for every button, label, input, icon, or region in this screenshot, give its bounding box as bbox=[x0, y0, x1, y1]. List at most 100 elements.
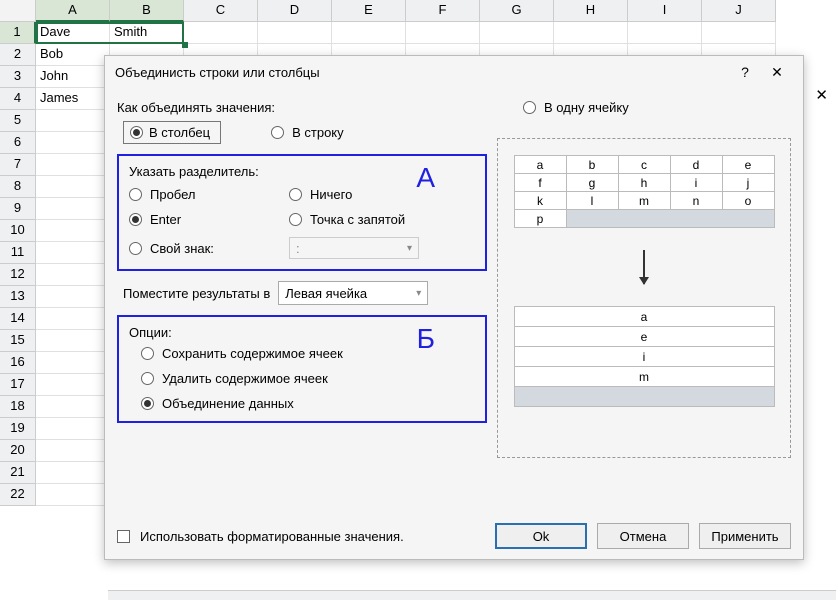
cell[interactable] bbox=[36, 330, 110, 352]
row-header[interactable]: 11 bbox=[0, 242, 36, 264]
fill-handle[interactable] bbox=[182, 42, 188, 48]
cell[interactable]: Dave bbox=[36, 22, 110, 44]
col-header-B[interactable]: B bbox=[110, 0, 184, 22]
separator-frame: А Указать разделитель: Пробел Ничего Ent… bbox=[117, 154, 487, 271]
row-header[interactable]: 19 bbox=[0, 418, 36, 440]
select-all-corner[interactable] bbox=[0, 0, 36, 22]
cell[interactable] bbox=[702, 22, 776, 44]
annotation-B: Б bbox=[417, 323, 435, 355]
row-header[interactable]: 15 bbox=[0, 330, 36, 352]
row-header[interactable]: 1 bbox=[0, 22, 36, 44]
cell[interactable] bbox=[36, 198, 110, 220]
scrollbar-area bbox=[0, 590, 836, 600]
chevron-down-icon: ▾ bbox=[407, 243, 412, 254]
radio-semicolon[interactable]: Точка с запятой bbox=[289, 212, 469, 227]
col-header-J[interactable]: J bbox=[702, 0, 776, 22]
cell[interactable] bbox=[36, 264, 110, 286]
cell[interactable] bbox=[554, 22, 628, 44]
annotation-A: А bbox=[416, 162, 435, 194]
row-header[interactable]: 20 bbox=[0, 440, 36, 462]
cell[interactable] bbox=[406, 22, 480, 44]
horizontal-scrollbar[interactable] bbox=[108, 590, 836, 600]
row-header[interactable]: 8 bbox=[0, 176, 36, 198]
cell[interactable] bbox=[36, 308, 110, 330]
cancel-button[interactable]: Отмена bbox=[597, 523, 689, 549]
cell[interactable] bbox=[258, 22, 332, 44]
cell[interactable] bbox=[36, 154, 110, 176]
col-header-F[interactable]: F bbox=[406, 0, 480, 22]
col-header-H[interactable]: H bbox=[554, 0, 628, 22]
row-header[interactable]: 14 bbox=[0, 308, 36, 330]
row-header[interactable]: 3 bbox=[0, 66, 36, 88]
col-header-C[interactable]: C bbox=[184, 0, 258, 22]
col-header-A[interactable]: A bbox=[36, 0, 110, 22]
col-header-D[interactable]: D bbox=[258, 0, 332, 22]
chevron-down-icon: ▾ bbox=[416, 288, 421, 299]
radio-into-row[interactable]: В строку bbox=[271, 125, 344, 140]
radio-enter[interactable]: Enter bbox=[129, 212, 289, 227]
row-header[interactable]: 6 bbox=[0, 132, 36, 154]
row-header[interactable]: 17 bbox=[0, 374, 36, 396]
cell[interactable] bbox=[36, 176, 110, 198]
cell[interactable]: Bob bbox=[36, 44, 110, 66]
place-label: Поместите результаты в bbox=[123, 286, 270, 301]
cell[interactable] bbox=[36, 286, 110, 308]
cell[interactable] bbox=[184, 22, 258, 44]
options-frame: Б Опции: Сохранить содержимое ячеек Удал… bbox=[117, 315, 487, 423]
radio-nothing[interactable]: Ничего bbox=[289, 187, 469, 202]
row-header[interactable]: 5 bbox=[0, 110, 36, 132]
preview-result-table: aeim bbox=[514, 306, 775, 407]
cell[interactable] bbox=[36, 220, 110, 242]
cell[interactable] bbox=[36, 484, 110, 506]
row-header[interactable]: 21 bbox=[0, 462, 36, 484]
custom-separator-input[interactable]: :▾ bbox=[289, 237, 419, 259]
formatted-values-checkbox[interactable] bbox=[117, 530, 130, 543]
ok-button[interactable]: Ok bbox=[495, 523, 587, 549]
preview-source-table: abcdefghijklmnop bbox=[514, 155, 775, 228]
cell[interactable]: Smith bbox=[110, 22, 184, 44]
apply-button[interactable]: Применить bbox=[699, 523, 791, 549]
preview-area: abcdefghijklmnop aeim bbox=[497, 138, 791, 458]
place-select[interactable]: Левая ячейка ▾ bbox=[278, 281, 428, 305]
how-label: Как объединять значения: bbox=[117, 100, 487, 115]
pane-close-icon[interactable]: ✕ bbox=[815, 86, 828, 104]
close-button[interactable]: ✕ bbox=[761, 58, 793, 86]
col-header-I[interactable]: I bbox=[628, 0, 702, 22]
row-header[interactable]: 18 bbox=[0, 396, 36, 418]
radio-custom[interactable]: Свой знак: bbox=[129, 241, 289, 256]
row-header[interactable]: 4 bbox=[0, 88, 36, 110]
row-header[interactable]: 9 bbox=[0, 198, 36, 220]
radio-into-cell[interactable]: В одну ячейку bbox=[523, 100, 629, 115]
cell[interactable] bbox=[480, 22, 554, 44]
cell[interactable] bbox=[36, 396, 110, 418]
row-header[interactable]: 7 bbox=[0, 154, 36, 176]
help-button[interactable]: ? bbox=[729, 58, 761, 86]
cell[interactable] bbox=[36, 242, 110, 264]
row-header[interactable]: 12 bbox=[0, 264, 36, 286]
cell[interactable] bbox=[36, 132, 110, 154]
cell[interactable] bbox=[36, 352, 110, 374]
row-header[interactable]: 13 bbox=[0, 286, 36, 308]
cell[interactable] bbox=[332, 22, 406, 44]
radio-merge-data[interactable]: Объединение данных bbox=[141, 396, 475, 411]
cell[interactable]: John bbox=[36, 66, 110, 88]
cell[interactable]: James bbox=[36, 88, 110, 110]
arrow-down-icon bbox=[643, 250, 645, 284]
col-header-E[interactable]: E bbox=[332, 0, 406, 22]
row-header[interactable]: 16 bbox=[0, 352, 36, 374]
cell[interactable] bbox=[628, 22, 702, 44]
merge-dialog: Объединисть строки или столбцы ? ✕ Как о… bbox=[104, 55, 804, 560]
row-header[interactable]: 22 bbox=[0, 484, 36, 506]
radio-delete-content[interactable]: Удалить содержимое ячеек bbox=[141, 371, 475, 386]
row-header[interactable]: 2 bbox=[0, 44, 36, 66]
cell[interactable] bbox=[36, 418, 110, 440]
radio-into-cell-label: В одну ячейку bbox=[544, 100, 629, 115]
cell[interactable] bbox=[36, 110, 110, 132]
cell[interactable] bbox=[36, 440, 110, 462]
row-header[interactable]: 10 bbox=[0, 220, 36, 242]
col-header-G[interactable]: G bbox=[480, 0, 554, 22]
cell[interactable] bbox=[36, 374, 110, 396]
radio-into-column[interactable]: В столбец bbox=[123, 121, 221, 144]
radio-space[interactable]: Пробел bbox=[129, 187, 289, 202]
cell[interactable] bbox=[36, 462, 110, 484]
